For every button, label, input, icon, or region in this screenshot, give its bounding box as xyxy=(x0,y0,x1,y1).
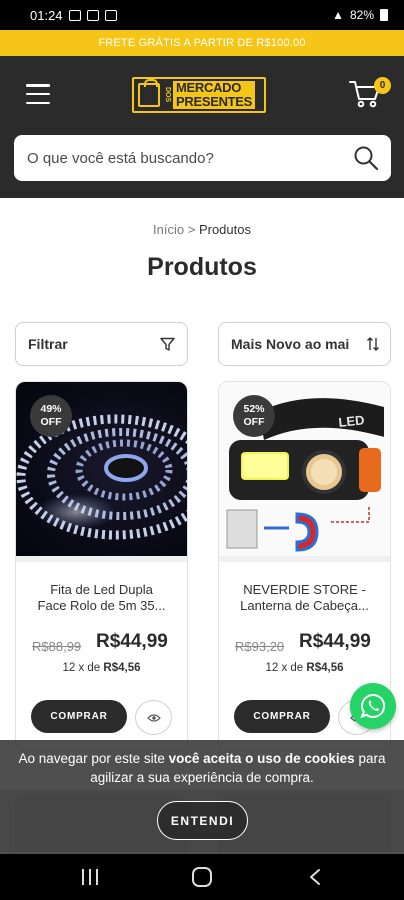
home-icon[interactable] xyxy=(192,867,212,887)
installments: 12 x de R$4,56 xyxy=(219,662,390,674)
svg-text:LED: LED xyxy=(338,412,365,430)
new-price: R$44,99 xyxy=(299,631,371,652)
cookie-text-start: Ao navegar por este site xyxy=(18,751,169,766)
product-name[interactable]: NEVERDIE STORE - Lanterna de Cabeça... xyxy=(227,582,382,614)
installments-prefix: 12 x de xyxy=(62,662,101,674)
eye-icon xyxy=(146,713,161,722)
logo-prefix: DOS xyxy=(164,87,171,103)
hamburger-icon[interactable] xyxy=(26,84,50,104)
discount-off: OFF xyxy=(243,416,265,428)
page-title: Produtos xyxy=(147,253,257,281)
site-header: DOS MERCADO PRESENTES 0 xyxy=(0,56,404,198)
product-name[interactable]: Fita de Led Dupla Face Rolo de 5m 35... xyxy=(24,582,179,614)
logo-line-1: MERCADO xyxy=(173,81,256,95)
product-name-line-1: Fita de Led Dupla xyxy=(50,582,153,597)
recents-icon[interactable] xyxy=(82,869,98,885)
cookie-text-bold: você aceita o uso de cookies xyxy=(168,751,355,766)
back-icon[interactable] xyxy=(308,868,322,886)
whatsapp-button[interactable] xyxy=(350,683,396,729)
whatsapp-icon xyxy=(360,693,386,719)
installments-prefix: 12 x de xyxy=(265,662,304,674)
installment-value: R$4,56 xyxy=(103,662,141,674)
discount-badge: 52% OFF xyxy=(233,395,275,437)
site-logo[interactable]: DOS MERCADO PRESENTES xyxy=(132,77,266,113)
product-name-line-2: Face Rolo de 5m 35... xyxy=(37,598,166,613)
card-divider xyxy=(219,556,390,562)
search-icon[interactable] xyxy=(353,145,379,171)
message-notification-icon xyxy=(104,9,117,21)
product-name-line-1: NEVERDIE STORE - xyxy=(243,582,366,597)
discount-percent: 52% xyxy=(243,403,265,415)
filter-button[interactable]: Filtrar xyxy=(15,322,188,366)
status-bar: 01:24 ▲ 82% xyxy=(0,0,404,30)
breadcrumb: Início > Produtos xyxy=(0,222,404,237)
cart-count-badge: 0 xyxy=(374,77,391,94)
old-price: R$88,99 xyxy=(32,639,82,654)
gallery-notification-icon xyxy=(68,9,81,21)
discount-percent: 49% xyxy=(40,403,62,415)
installments: 12 x de R$4,56 xyxy=(16,662,187,674)
status-right: ▲ 82% xyxy=(332,8,388,22)
sort-label: Mais Novo ao mai xyxy=(231,336,350,352)
old-price: R$93,20 xyxy=(235,639,285,654)
system-nav-bar xyxy=(0,854,404,900)
promo-bar: FRETE GRÁTIS A PARTIR DE R$100.00 xyxy=(0,30,404,56)
sort-select[interactable]: Mais Novo ao mai xyxy=(218,322,391,366)
card-divider xyxy=(16,556,187,562)
promo-text: FRETE GRÁTIS A PARTIR DE R$100.00 xyxy=(98,37,306,49)
product-card[interactable]: 49% OFF Fita de Led Dupla Face Rolo de 5… xyxy=(15,381,188,751)
breadcrumb-home[interactable]: Início xyxy=(153,222,184,237)
status-time: 01:24 xyxy=(30,7,63,23)
filter-label: Filtrar xyxy=(28,336,68,352)
buy-button[interactable]: COMPRAR xyxy=(234,700,330,733)
cookie-banner: Ao navegar por este site você aceita o u… xyxy=(0,740,404,854)
quick-view-button[interactable] xyxy=(135,700,172,735)
instagram-notification-icon xyxy=(86,9,99,21)
installment-value: R$4,56 xyxy=(306,662,344,674)
discount-badge: 49% OFF xyxy=(30,395,72,437)
logo-line-2: PRESENTES xyxy=(173,95,256,109)
battery-level: 82% xyxy=(349,8,374,22)
discount-off: OFF xyxy=(40,416,62,428)
battery-icon xyxy=(380,9,388,21)
search-bar xyxy=(14,135,391,181)
sort-icon xyxy=(367,337,379,351)
shopping-bag-icon xyxy=(138,79,160,107)
product-image[interactable]: LED 52% OFF xyxy=(219,382,390,556)
status-left: 01:24 xyxy=(30,8,117,23)
cookie-text: Ao navegar por este site você aceita o u… xyxy=(8,749,396,787)
product-name-line-2: Lanterna de Cabeça... xyxy=(240,598,369,613)
breadcrumb-current: Produtos xyxy=(198,222,251,237)
cookie-accept-button[interactable]: ENTENDI xyxy=(157,801,248,840)
product-image[interactable]: 49% OFF xyxy=(16,382,187,556)
search-input[interactable] xyxy=(27,149,347,167)
signal-icon: ▲ xyxy=(332,8,344,22)
filter-icon xyxy=(160,337,175,351)
breadcrumb-separator: > xyxy=(187,222,196,237)
new-price: R$44,99 xyxy=(96,631,168,652)
buy-button[interactable]: COMPRAR xyxy=(31,700,127,733)
